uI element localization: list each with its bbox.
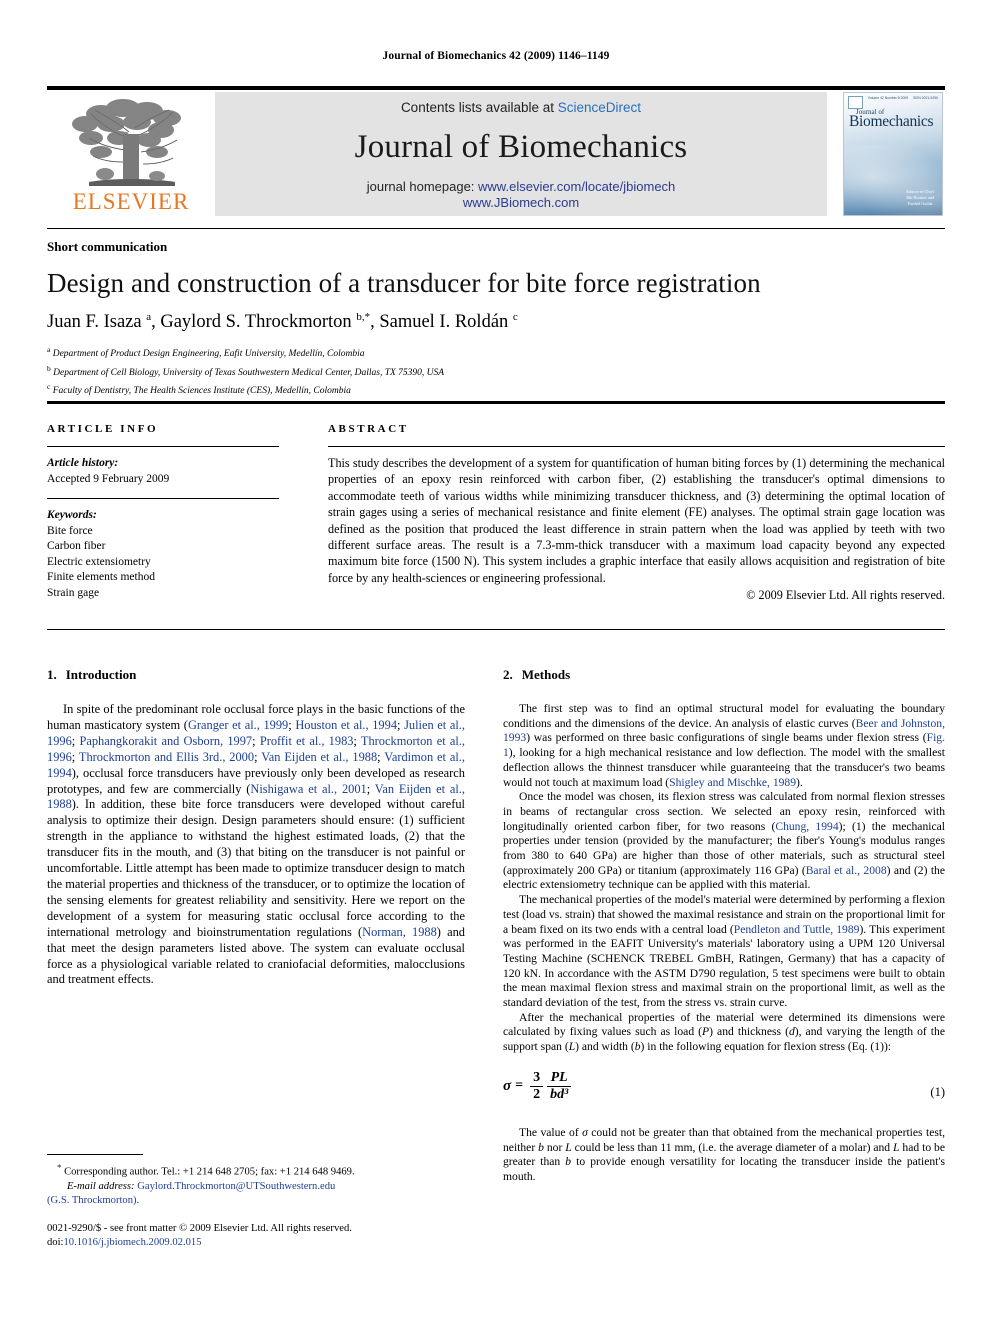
keyword-item: Electric extensiometry xyxy=(47,555,151,568)
author-list: Juan F. Isaza a, Gaylord S. Throckmorton… xyxy=(47,311,518,333)
equation-1: σ = 3 2 PL bd³ (1) xyxy=(503,1069,945,1113)
abstract-text: This study describes the development of … xyxy=(328,456,945,585)
email-value[interactable]: Gaylord.Throckmorton@UTSouthwestern.edu xyxy=(137,1181,335,1192)
affiliation-list: a Department of Product Design Engineeri… xyxy=(47,343,937,399)
doi-line: doi:10.1016/j.jbiomech.2009.02.015 xyxy=(47,1236,477,1250)
cover-image: Volume 42 Number 8 2009 ISSN 0021-9290 J… xyxy=(843,92,943,216)
email-owner: (G.S. Throckmorton). xyxy=(47,1194,140,1206)
issn-front-matter: 0021-9290/$ - see front matter © 2009 El… xyxy=(47,1223,352,1234)
keyword-item: Finite elements method xyxy=(47,571,155,583)
equation-fraction-constant: 3 2 xyxy=(530,1069,544,1102)
introduction-paragraph: In spite of the predominant role occlusa… xyxy=(47,702,466,987)
homepage-url-link[interactable]: www.elsevier.com/locate/jbiomech xyxy=(478,179,675,194)
keyword-item: Strain gage xyxy=(47,586,100,599)
masthead-row: ELSEVIER Contents lists available at Sci… xyxy=(47,92,945,216)
body-left-column: 1. Introduction In spite of the predomina… xyxy=(47,667,465,988)
equation-frac2-numerator: PL xyxy=(550,1069,568,1085)
introduction-title: Introduction xyxy=(65,667,137,682)
affiliation-item: c Faculty of Dentistry, The Health Scien… xyxy=(47,382,351,397)
cover-editors: Editors-in-Chief Rik Huiskes and Farshid G… xyxy=(906,189,934,206)
equation-1-body: σ = 3 2 PL bd³ xyxy=(503,1069,573,1102)
equation-equals: = xyxy=(515,1078,524,1094)
methods-paragraph-2: Once the model was chosen, its flexion s… xyxy=(503,790,945,892)
contents-list-line: Contents lists available at ScienceDirec… xyxy=(401,100,641,115)
masthead-top-rule xyxy=(47,86,945,90)
article-info-column: ARTICLE INFO Article history: Accepted 9… xyxy=(47,423,305,601)
affiliation-item: b Department of Cell Biology, University… xyxy=(47,363,445,378)
article-info-divider-2 xyxy=(47,498,279,499)
introduction-number: 1. xyxy=(47,667,57,682)
keywords-list: Bite force Carbon fiber Electric extensiom… xyxy=(47,524,305,602)
abstract-heading: ABSTRACT xyxy=(328,423,409,435)
journal-homepage-line: journal homepage: www.elsevier.com/locat… xyxy=(367,179,676,211)
keywords-label: Keywords: xyxy=(47,509,97,521)
doi-value[interactable]: 10.1016/j.jbiomech.2009.02.015 xyxy=(63,1237,201,1248)
equation-1-label: (1) xyxy=(930,1084,945,1099)
homepage-url2-link[interactable]: www.JBiomech.com xyxy=(463,195,579,210)
doi-label: doi: xyxy=(47,1237,64,1249)
email-label: E-mail address: xyxy=(67,1180,135,1192)
journal-cover-thumbnail: Volume 42 Number 8 2009 ISSN 0021-9290 J… xyxy=(841,92,945,216)
methods-paragraph-3: The mechanical properties of the model's… xyxy=(503,893,946,1010)
keyword-item: Bite force xyxy=(47,524,93,537)
keywords-block: Keywords: Bite force Carbon fiber Electric… xyxy=(47,508,305,601)
email-line: E-mail address: Gaylord.Throckmorton@UTS… xyxy=(47,1180,465,1194)
equation-frac1-numerator: 3 xyxy=(533,1069,541,1085)
equation-fraction-terms: PL bd³ xyxy=(547,1069,572,1102)
methods-number: 2. xyxy=(503,667,513,682)
article-history-block: Article history: Accepted 9 February 200… xyxy=(47,456,305,487)
abstract-bottom-rule xyxy=(47,629,945,630)
article-history-value: Accepted 9 February 2009 xyxy=(47,472,170,485)
copyright-block: 0021-9290/$ - see front matter © 2009 El… xyxy=(47,1222,477,1250)
equation-frac2-denominator: bd³ xyxy=(547,1085,572,1102)
keyword-item: Carbon fiber xyxy=(47,540,106,552)
equation-frac1-denominator: 2 xyxy=(530,1085,544,1102)
article-head-rule xyxy=(47,228,945,229)
corresponding-author-line: * Corresponding author. Tel.: +1 214 648… xyxy=(57,1162,355,1178)
cover-title-large: Biomechanics xyxy=(849,113,934,130)
elsevier-wordmark: ELSEVIER xyxy=(72,189,190,214)
article-info-divider-1 xyxy=(47,446,279,447)
page-title: Design and construction of a transducer … xyxy=(47,268,761,298)
abstract-column: ABSTRACT This study describes the develo… xyxy=(328,423,945,603)
elsevier-tree-icon xyxy=(61,98,201,190)
elsevier-logo: ELSEVIER xyxy=(47,92,215,216)
cover-volume-line: Volume 42 Number 8 2009 xyxy=(867,96,909,100)
body-right-column: 2. Methods The first step was to find an … xyxy=(503,667,945,1185)
methods-paragraph-5: The value of σ could not be greater than… xyxy=(503,1125,945,1183)
footnote-block: * Corresponding author. Tel.: +1 214 648… xyxy=(47,1160,465,1208)
abstract-divider xyxy=(328,446,945,447)
equation-sigma: σ xyxy=(503,1077,512,1094)
abstract-copyright: © 2009 Elsevier Ltd. All rights reserved… xyxy=(746,588,945,603)
affiliation-item: a Department of Product Design Engineeri… xyxy=(47,345,365,360)
article-history-label: Article history: xyxy=(47,457,119,469)
methods-paragraph-4: After the mechanical properties of the m… xyxy=(503,1010,945,1054)
footnote-rule xyxy=(47,1154,143,1155)
section-heading-methods: 2. Methods xyxy=(503,667,945,683)
methods-title: Methods xyxy=(521,667,571,682)
article-info-heading: ARTICLE INFO xyxy=(47,423,159,435)
article-type-label: Short communication xyxy=(47,239,168,254)
journal-title: Journal of Biomechanics xyxy=(354,128,688,165)
section-heading-introduction: 1. Introduction xyxy=(47,667,465,683)
homepage-prefix: journal homepage: xyxy=(366,178,479,194)
paper-page: Journal of Biomechanics 42 (2009) 1146–1… xyxy=(0,0,992,1323)
running-head: Journal of Biomechanics 42 (2009) 1146–1… xyxy=(382,50,610,62)
methods-paragraph-1: The first step was to find an optimal st… xyxy=(503,702,945,789)
abstract-top-rule xyxy=(47,401,945,404)
journal-banner: Contents lists available at ScienceDirec… xyxy=(215,92,827,216)
contents-prefix: Contents lists available at xyxy=(400,99,558,115)
cover-issn-line: ISSN 0021-9290 xyxy=(912,96,938,100)
sciencedirect-link[interactable]: ScienceDirect xyxy=(558,100,641,115)
